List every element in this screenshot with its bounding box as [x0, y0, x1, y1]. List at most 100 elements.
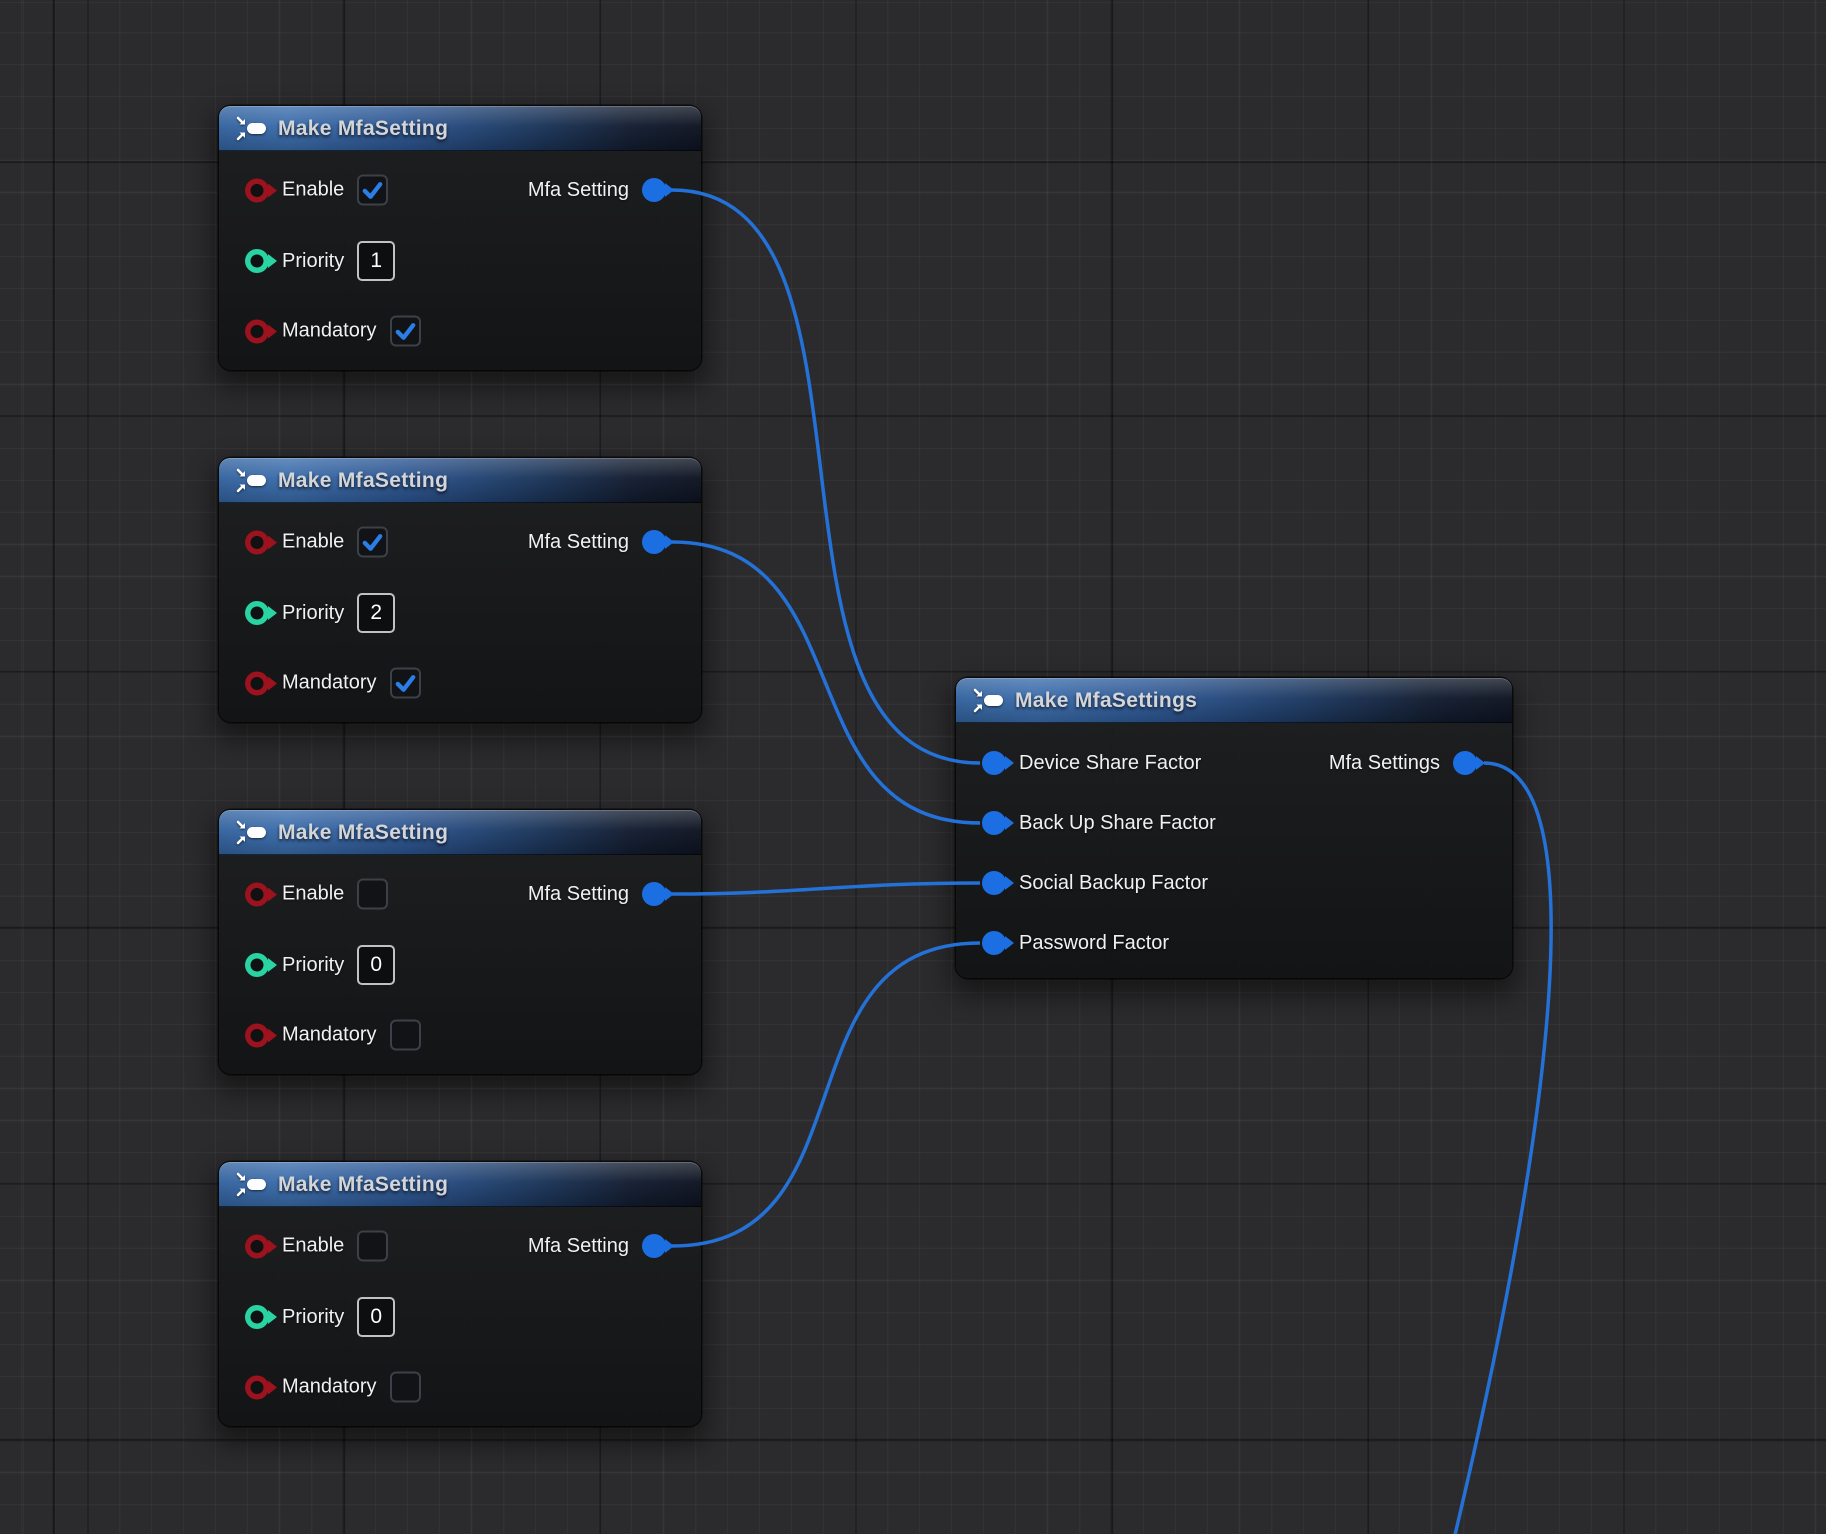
enable-checkbox[interactable] [357, 1231, 388, 1262]
checkmark-icon [393, 671, 418, 696]
mandatory-pin-label: Mandatory [282, 672, 377, 695]
node-header[interactable]: Make MfaSetting [219, 1162, 701, 1207]
priority-value-input[interactable]: 1 [357, 241, 395, 281]
mfa-setting-pin-label: Mfa Setting [528, 883, 629, 906]
node-make-mfasetting-2[interactable]: Make MfaSetting Enable Priority 2 Mandatory M… [219, 458, 701, 722]
mandatory-checkbox[interactable] [390, 1020, 421, 1051]
priority-pin[interactable] [245, 249, 269, 273]
mfa-settings-pin-label: Mfa Settings [1329, 752, 1440, 775]
node-header[interactable]: Make MfaSetting [219, 106, 701, 151]
mandatory-pin-label: Mandatory [282, 1376, 377, 1399]
mandatory-pin-label: Mandatory [282, 1024, 377, 1047]
priority-pin[interactable] [245, 601, 269, 625]
priority-pin[interactable] [245, 953, 269, 977]
mfa-settings-pin[interactable] [1453, 751, 1477, 775]
make-struct-icon [236, 1171, 266, 1198]
input-pin-row: Mandatory [245, 1372, 421, 1403]
input-pin-row: Mandatory [245, 668, 421, 699]
enable-checkbox[interactable] [357, 527, 388, 558]
wire-mfasetting-3-to-social-backup-factor[interactable] [672, 883, 980, 894]
mfa-setting-pin-label: Mfa Setting [528, 531, 629, 554]
mandatory-pin-label: Mandatory [282, 320, 377, 343]
mfa-setting-pin[interactable] [642, 530, 666, 554]
node-make-mfasetting-4[interactable]: Make MfaSettingEnablePriority0MandatoryM… [219, 1162, 701, 1426]
enable-pin-label: Enable [282, 883, 344, 906]
make-struct-icon [236, 819, 266, 846]
enable-checkbox[interactable] [357, 175, 388, 206]
checkmark-icon [393, 319, 418, 344]
social-backup-factor-pin[interactable] [982, 871, 1006, 895]
input-pin-row: Device Share Factor [982, 751, 1201, 775]
node-header[interactable]: Make MfaSettings [956, 678, 1512, 723]
output-pin-row: Mfa Setting [528, 178, 666, 202]
mandatory-checkbox[interactable] [390, 668, 421, 699]
enable-pin[interactable] [245, 1234, 269, 1258]
input-pin-row: Mandatory [245, 316, 421, 347]
mfa-setting-pin-label: Mfa Setting [528, 179, 629, 202]
password-factor-pin-label: Password Factor [1019, 932, 1169, 955]
node-title: Make MfaSetting [278, 117, 448, 141]
mfa-setting-pin[interactable] [642, 178, 666, 202]
input-pin-row: Priority 0 [245, 1297, 395, 1337]
mfa-setting-pin[interactable] [642, 882, 666, 906]
enable-pin[interactable] [245, 530, 269, 554]
wire-mfasetting-2-to-back-up-share-factor[interactable] [672, 542, 980, 823]
priority-value-input[interactable]: 0 [357, 945, 395, 985]
node-title: Make MfaSetting [278, 469, 448, 493]
social-backup-factor-pin-label: Social Backup Factor [1019, 872, 1208, 895]
node-title: Make MfaSetting [278, 821, 448, 845]
node-make-mfasetting-1[interactable]: Make MfaSetting Enable Priority 1 Mandatory M… [219, 106, 701, 370]
mandatory-pin[interactable] [245, 1375, 269, 1399]
checkmark-icon [360, 178, 385, 203]
priority-pin-label: Priority [282, 954, 344, 977]
wire-mfasetting-1-to-device-share-factor[interactable] [672, 190, 980, 763]
input-pin-row: Mandatory [245, 1020, 421, 1051]
node-make-mfasetting-3[interactable]: Make MfaSetting Enable Priority 0 Mandatory M… [219, 810, 701, 1074]
device-share-factor-pin-label: Device Share Factor [1019, 752, 1201, 775]
mandatory-checkbox[interactable] [390, 316, 421, 347]
input-pin-row: Priority 0 [245, 945, 395, 985]
output-pin-row: Mfa Setting [528, 882, 666, 906]
input-pin-row: Password Factor [982, 931, 1169, 955]
output-pin-row: Mfa Settings [1329, 751, 1477, 775]
input-pin-row: Enable [245, 879, 388, 910]
node-title: Make MfaSetting [278, 1173, 448, 1197]
priority-pin-label: Priority [282, 1306, 344, 1329]
input-pin-row: Social Backup Factor [982, 871, 1208, 895]
mandatory-pin[interactable] [245, 1023, 269, 1047]
enable-pin-label: Enable [282, 531, 344, 554]
mandatory-checkbox[interactable] [390, 1372, 421, 1403]
node-make-mfasettings[interactable]: Make MfaSettings Device Share Factor Back … [956, 678, 1512, 978]
mandatory-pin[interactable] [245, 319, 269, 343]
device-share-factor-pin[interactable] [982, 751, 1006, 775]
enable-pin-label: Enable [282, 179, 344, 202]
input-pin-row: Enable [245, 527, 388, 558]
node-header[interactable]: Make MfaSetting [219, 810, 701, 855]
password-factor-pin[interactable] [982, 931, 1006, 955]
node-header[interactable]: Make MfaSetting [219, 458, 701, 503]
wire-mfasetting-4-to-password-factor[interactable] [672, 943, 980, 1246]
priority-value-input[interactable]: 2 [357, 593, 395, 633]
output-pin-row: Mfa Setting [528, 1234, 666, 1258]
enable-checkbox[interactable] [357, 879, 388, 910]
checkmark-icon [360, 530, 385, 555]
input-pin-row: Enable [245, 175, 388, 206]
priority-pin[interactable] [245, 1305, 269, 1329]
mfa-setting-pin[interactable] [642, 1234, 666, 1258]
output-pin-row: Mfa Setting [528, 530, 666, 554]
back-up-share-factor-pin[interactable] [982, 811, 1006, 835]
back-up-share-factor-pin-label: Back Up Share Factor [1019, 812, 1216, 835]
enable-pin[interactable] [245, 882, 269, 906]
make-struct-icon [236, 115, 266, 142]
priority-value-input[interactable]: 0 [357, 1297, 395, 1337]
make-struct-icon [236, 467, 266, 494]
input-pin-row: Priority 1 [245, 241, 395, 281]
enable-pin[interactable] [245, 178, 269, 202]
priority-pin-label: Priority [282, 250, 344, 273]
make-struct-icon [973, 687, 1003, 714]
mandatory-pin[interactable] [245, 671, 269, 695]
priority-pin-label: Priority [282, 602, 344, 625]
input-pin-row: Priority 2 [245, 593, 395, 633]
node-title: Make MfaSettings [1015, 689, 1197, 713]
blueprint-graph-canvas[interactable]: Make MfaSettingEnablePriority1MandatoryM… [0, 0, 1826, 1534]
